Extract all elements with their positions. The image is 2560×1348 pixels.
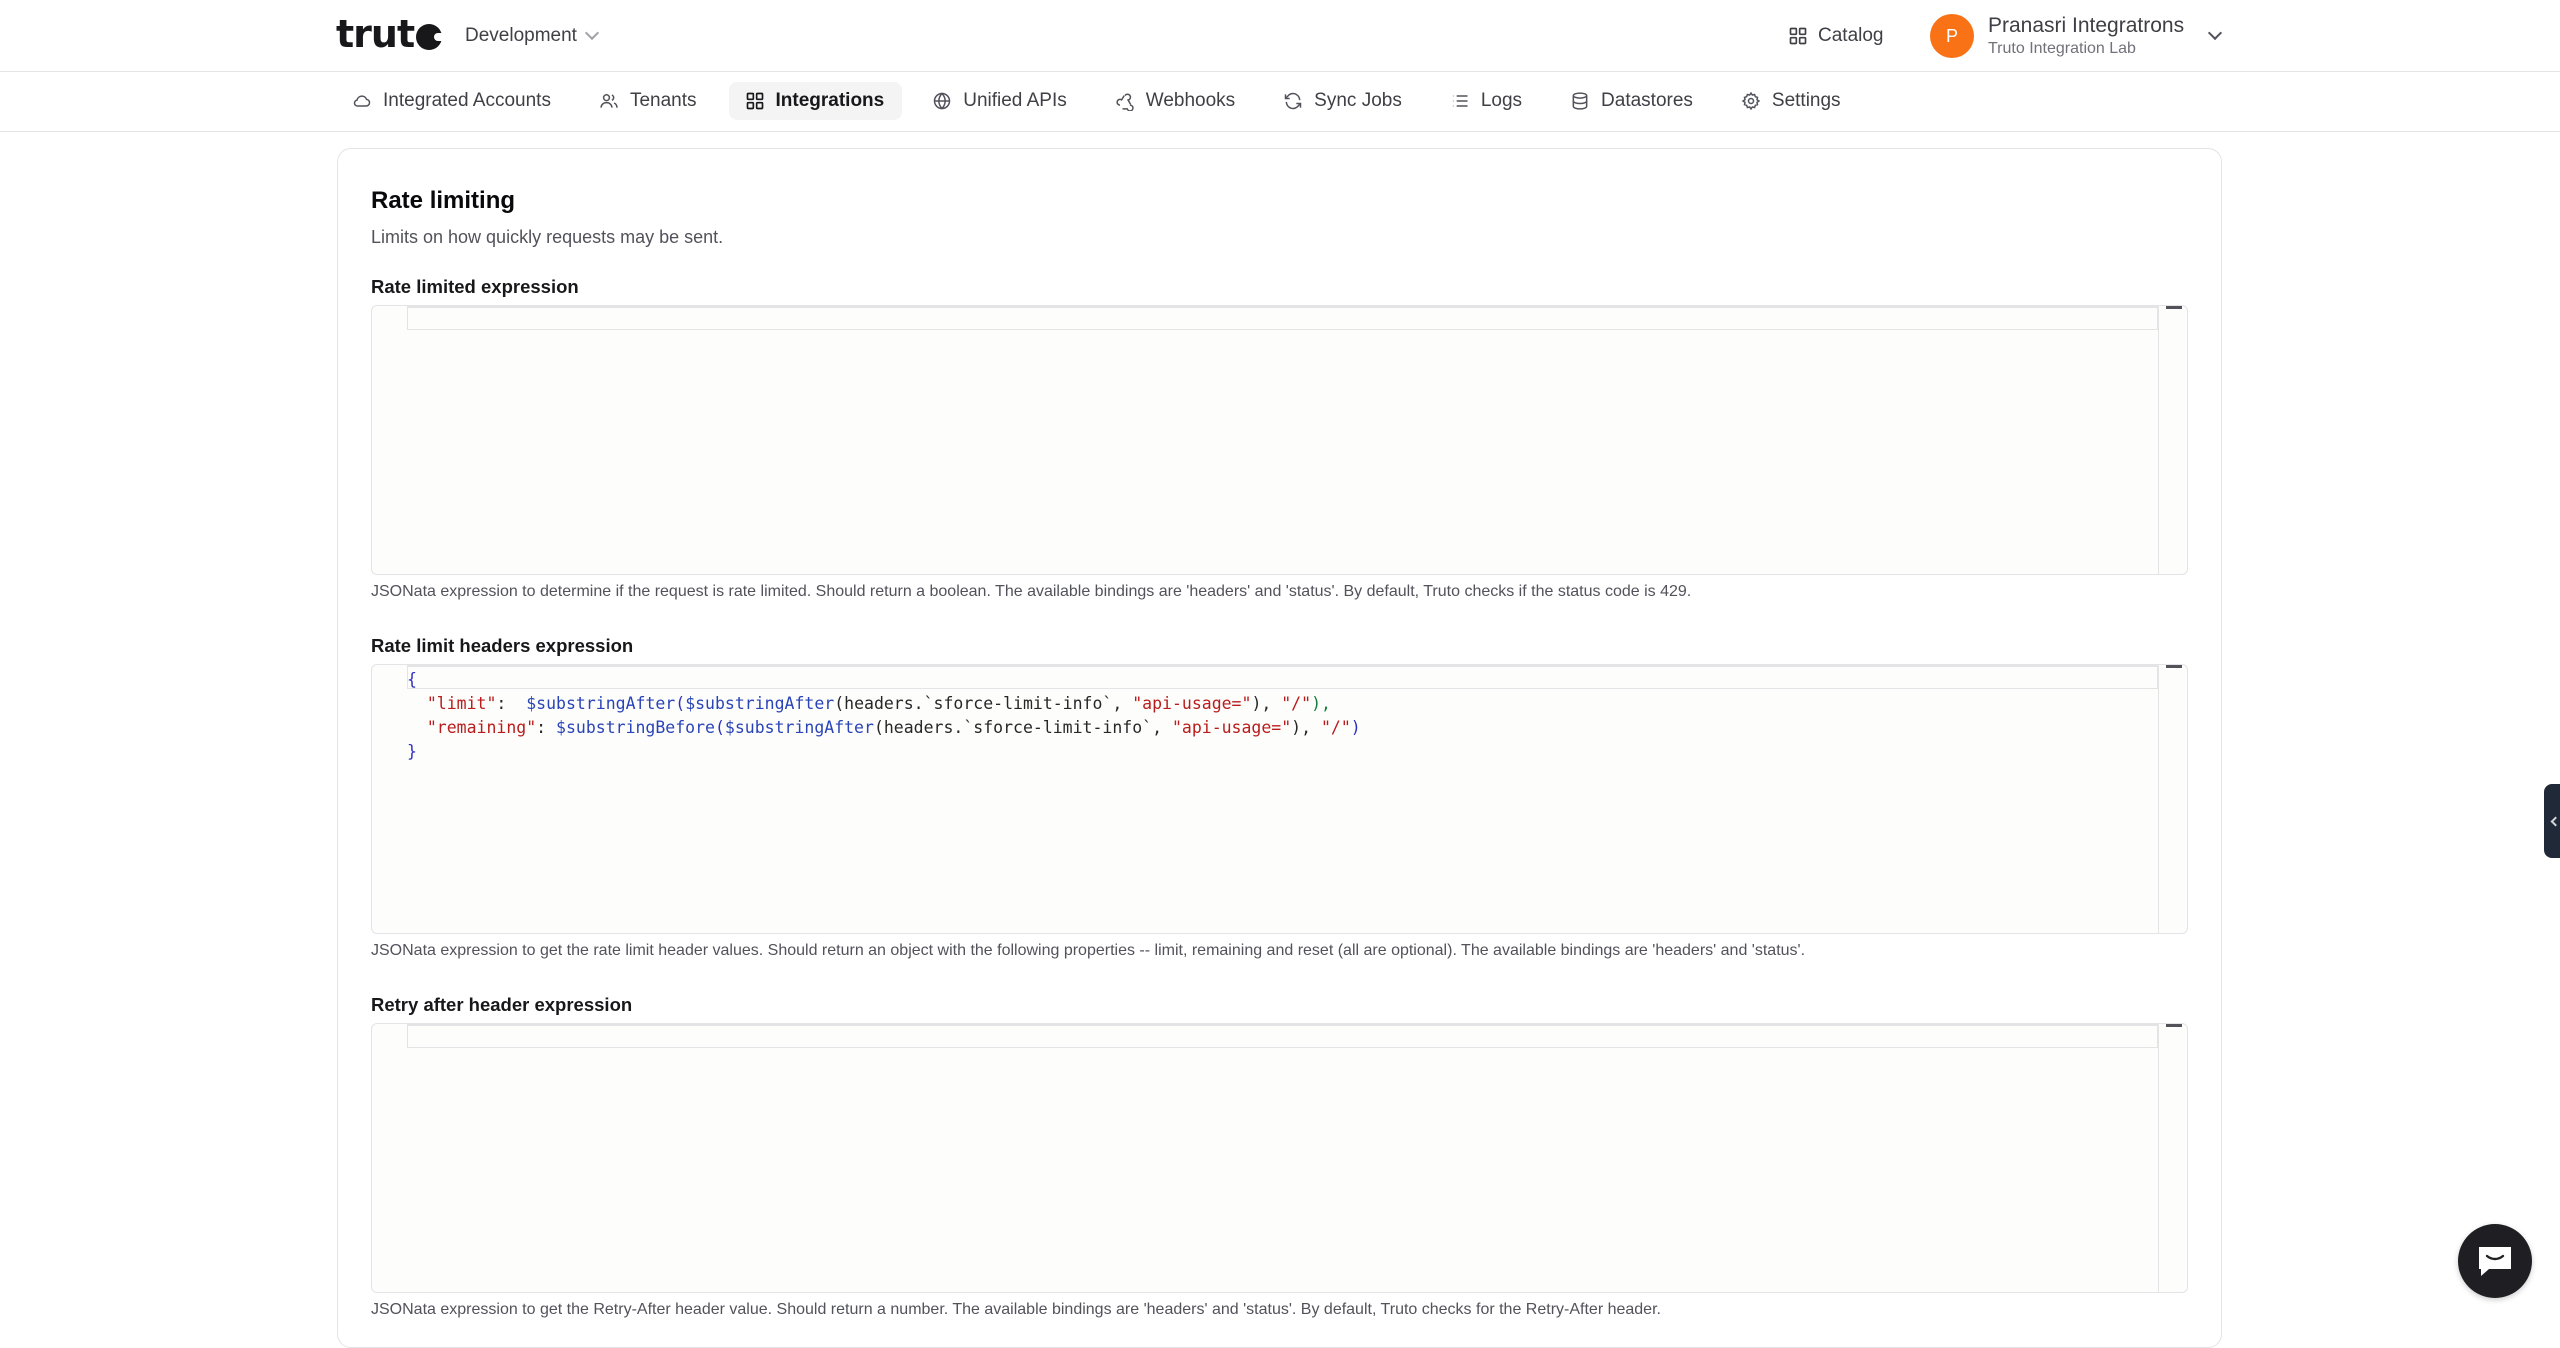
current-line-highlight [407, 1024, 2158, 1048]
tab-label: Settings [1771, 90, 1841, 111]
side-panel-toggle[interactable] [2544, 784, 2560, 858]
current-line-highlight [407, 306, 2158, 330]
tab-integrated-accounts[interactable]: Integrated Accounts [336, 82, 569, 120]
logo-o-mark [416, 24, 447, 50]
environment-selector[interactable]: Development [465, 20, 600, 52]
globe-icon [933, 92, 951, 110]
cloud-icon [353, 95, 371, 107]
grid-icon [746, 92, 763, 110]
tab-integrations[interactable]: Integrations [728, 82, 903, 120]
rate-limit-headers-expression-label: Rate limit headers expression [371, 635, 634, 656]
tab-webhooks[interactable]: Webhooks [1099, 82, 1253, 120]
tab-datastores[interactable]: Datastores [1554, 82, 1711, 120]
user-menu[interactable]: P Pranasri Integratrons Truto Integratio… [1930, 10, 2223, 62]
user-name: Pranasri Integratrons [1988, 14, 2185, 37]
catalog-button[interactable]: Catalog [1788, 18, 1884, 54]
nav-bar: Integrated Accounts Tenants Integrations… [0, 72, 2560, 132]
rate-limited-expression-help: JSONata expression to determine if the r… [371, 583, 1692, 600]
tab-unified-apis[interactable]: Unified APIs [916, 82, 1085, 120]
chevron-down-icon [584, 25, 600, 41]
section-title: Rate limiting [371, 187, 516, 214]
editor-scrollbar[interactable] [2158, 1024, 2187, 1292]
rate-limit-headers-expression-help: JSONata expression to get the rate limit… [371, 942, 1806, 959]
retry-after-header-expression-help: JSONata expression to get the Retry-Afte… [371, 1301, 1661, 1318]
tab-label: Integrations [775, 90, 885, 111]
rate-limiting-card: Rate limiting Limits on how quickly requ… [337, 148, 2222, 1348]
tab-logs[interactable]: Logs [1434, 82, 1540, 120]
tab-settings[interactable]: Settings [1725, 82, 1859, 120]
section-subtitle: Limits on how quickly requests may be se… [371, 227, 724, 247]
tab-tenants[interactable]: Tenants [583, 82, 715, 120]
rate-limit-headers-expression-editor[interactable]: { "limit": $substringAfter($substringAft… [371, 664, 2188, 934]
editor-scrollbar[interactable] [2158, 665, 2187, 933]
grid-icon [1789, 27, 1807, 45]
rate-limited-expression-label: Rate limited expression [371, 276, 579, 297]
chevron-down-icon [2208, 25, 2223, 41]
catalog-label: Catalog [1818, 25, 1884, 46]
rate-limited-expression-editor[interactable] [371, 305, 2188, 575]
webhook-icon [1116, 93, 1134, 111]
user-org: Truto Integration Lab [1988, 40, 2136, 57]
logo-text: trut [336, 12, 415, 56]
tab-label: Datastores [1601, 90, 1693, 111]
tab-label: Integrated Accounts [383, 90, 551, 111]
avatar: P [1930, 14, 1974, 58]
users-icon [600, 94, 618, 108]
chat-icon [2479, 1247, 2511, 1276]
top-bar: trut Development Catalog P Pranasri Inte… [0, 0, 2560, 72]
chevron-left-icon [2550, 816, 2560, 826]
editor-scrollbar[interactable] [2158, 306, 2187, 574]
gear-icon [1741, 91, 1761, 111]
code-content: { "limit": $substringAfter($substringAft… [407, 670, 1361, 761]
retry-after-header-expression-label: Retry after header expression [371, 994, 633, 1015]
tab-sync-jobs[interactable]: Sync Jobs [1267, 82, 1420, 120]
tab-label: Unified APIs [963, 90, 1067, 111]
tab-label: Sync Jobs [1314, 90, 1402, 111]
tab-label: Tenants [629, 90, 697, 111]
tab-label: Webhooks [1145, 90, 1236, 111]
chat-widget-button[interactable] [2458, 1224, 2532, 1298]
environment-label: Development [465, 25, 577, 46]
database-icon [1572, 92, 1588, 110]
list-icon [1452, 95, 1468, 107]
truto-logo[interactable]: trut [336, 12, 447, 56]
tab-label: Logs [1480, 90, 1523, 111]
retry-after-header-expression-editor[interactable] [371, 1023, 2188, 1293]
sync-icon [1284, 92, 1302, 110]
